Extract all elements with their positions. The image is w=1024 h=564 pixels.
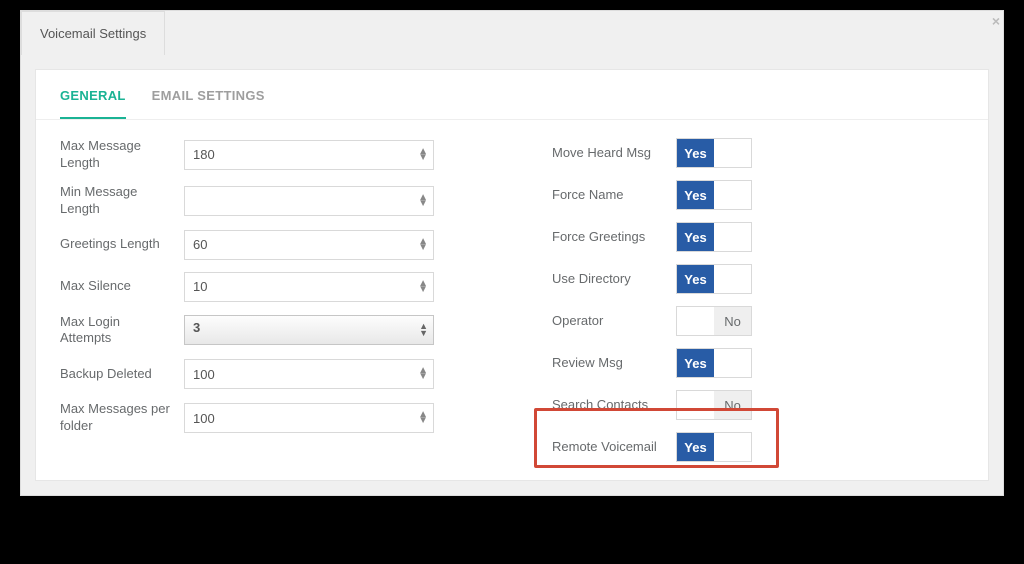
label-search-contacts: Search Contacts (552, 397, 662, 414)
label-max-message-length: Max Message Length (60, 138, 170, 172)
spinner-icon[interactable]: ▲▼ (418, 412, 428, 424)
label-move-heard-msg: Move Heard Msg (552, 145, 662, 162)
toggle-handle (714, 139, 751, 167)
label-force-greetings: Force Greetings (552, 229, 662, 246)
toggle-yes-text: Yes (677, 265, 714, 293)
input-max-messages-per-folder[interactable]: ▲▼ (184, 403, 434, 433)
toggle-search-contacts[interactable]: No (676, 390, 752, 420)
toggle-move-heard-msg[interactable]: Yes (676, 138, 752, 168)
label-review-msg: Review Msg (552, 355, 662, 372)
input-max-silence[interactable]: ▲▼ (184, 272, 434, 302)
form-area: Max Message Length ▲▼ Min Message Length… (36, 120, 988, 480)
label-operator: Operator (552, 313, 662, 330)
input-backup-deleted[interactable]: ▲▼ (184, 359, 434, 389)
input-greetings-length[interactable]: ▲▼ (184, 230, 434, 260)
toggle-no-text: No (714, 391, 751, 419)
spinner-icon[interactable]: ▲▼ (418, 281, 428, 293)
toggle-handle (677, 307, 714, 335)
label-max-messages-per-folder: Max Messages per folder (60, 401, 170, 435)
label-backup-deleted: Backup Deleted (60, 366, 170, 383)
max-silence-field[interactable] (184, 272, 434, 302)
spinner-icon[interactable]: ▲▼ (418, 239, 428, 251)
min-message-length-field[interactable] (184, 186, 434, 216)
toggle-handle (677, 391, 714, 419)
backup-deleted-field[interactable] (184, 359, 434, 389)
toggle-yes-text: Yes (677, 349, 714, 377)
toggle-handle (714, 265, 751, 293)
input-max-message-length[interactable]: ▲▼ (184, 140, 434, 170)
toggle-review-msg[interactable]: Yes (676, 348, 752, 378)
spinner-icon[interactable]: ▲▼ (418, 195, 428, 207)
toggle-no-text: No (714, 307, 751, 335)
label-max-login-attempts: Max Login Attempts (60, 314, 170, 348)
toggle-yes-text: Yes (677, 223, 714, 251)
max-message-length-field[interactable] (184, 140, 434, 170)
toggle-yes-text: Yes (677, 181, 714, 209)
left-column: Max Message Length ▲▼ Min Message Length… (60, 138, 472, 474)
toggle-remote-voicemail[interactable]: Yes (676, 432, 752, 462)
label-max-silence: Max Silence (60, 278, 170, 295)
toggle-handle (714, 433, 751, 461)
label-greetings-length: Greetings Length (60, 236, 170, 253)
toggle-handle (714, 349, 751, 377)
tab-general[interactable]: GENERAL (60, 88, 126, 119)
max-login-attempts-value: 3 (184, 315, 434, 345)
label-remote-voicemail: Remote Voicemail (552, 439, 662, 456)
max-messages-per-folder-field[interactable] (184, 403, 434, 433)
label-min-message-length: Min Message Length (60, 184, 170, 218)
tab-email-settings[interactable]: EMAIL SETTINGS (152, 88, 265, 119)
close-icon[interactable]: × (992, 13, 1000, 29)
toggle-operator[interactable]: No (676, 306, 752, 336)
label-force-name: Force Name (552, 187, 662, 204)
select-max-login-attempts[interactable]: 3 ▲▼ (184, 315, 434, 345)
right-column: Move Heard Msg Yes Force Name Yes Force … (552, 138, 964, 474)
toggle-yes-text: Yes (677, 433, 714, 461)
select-arrow-icon: ▲▼ (419, 323, 428, 337)
spinner-icon[interactable]: ▲▼ (418, 368, 428, 380)
toggle-handle (714, 223, 751, 251)
spinner-icon[interactable]: ▲▼ (418, 149, 428, 161)
settings-window: × Voicemail Settings GENERAL EMAIL SETTI… (20, 10, 1004, 496)
toggle-use-directory[interactable]: Yes (676, 264, 752, 294)
greetings-length-field[interactable] (184, 230, 434, 260)
toggle-yes-text: Yes (677, 139, 714, 167)
tabs-bar: GENERAL EMAIL SETTINGS (36, 70, 988, 119)
toggle-force-name[interactable]: Yes (676, 180, 752, 210)
toggle-handle (714, 181, 751, 209)
window-tab-voicemail-settings[interactable]: Voicemail Settings (21, 11, 165, 55)
toggle-force-greetings[interactable]: Yes (676, 222, 752, 252)
input-min-message-length[interactable]: ▲▼ (184, 186, 434, 216)
settings-panel: GENERAL EMAIL SETTINGS Max Message Lengt… (35, 69, 989, 481)
label-use-directory: Use Directory (552, 271, 662, 288)
window-title: Voicemail Settings (40, 26, 146, 41)
